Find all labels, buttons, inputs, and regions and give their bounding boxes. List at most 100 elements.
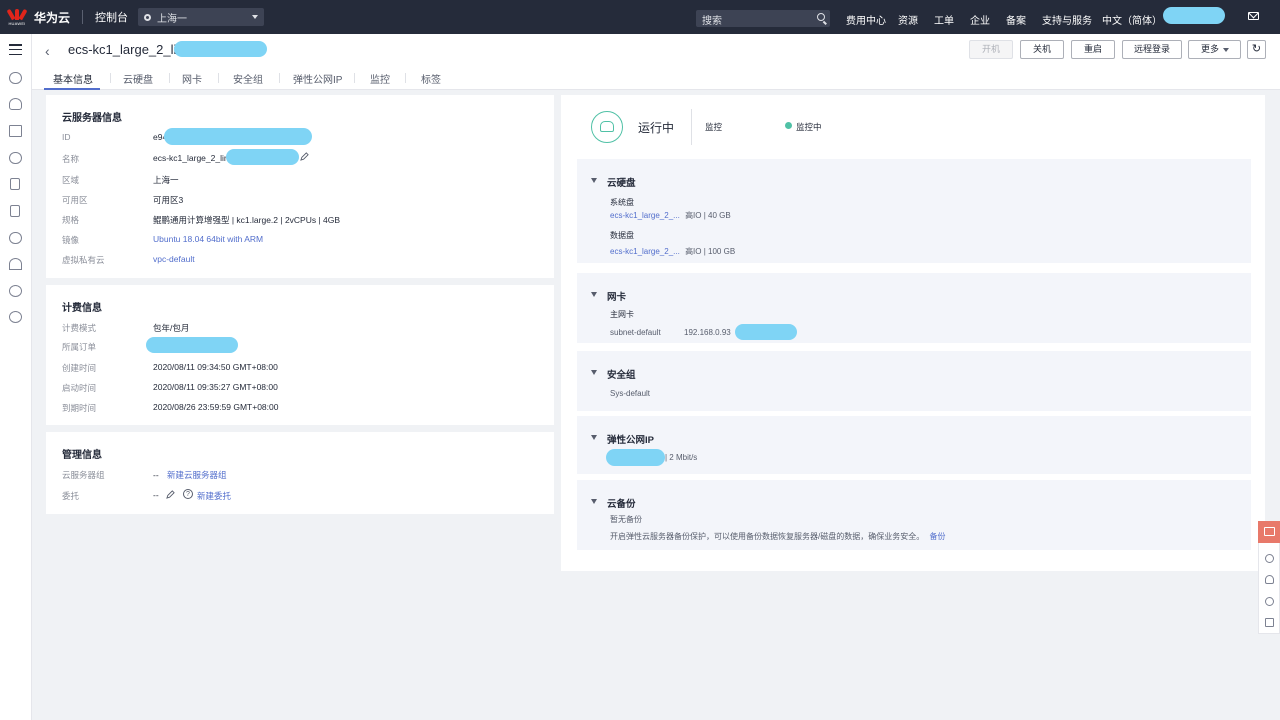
feedback-chat-icon[interactable] <box>1258 521 1280 543</box>
system-disk-spec: 高IO | 40 GB <box>685 211 731 220</box>
backup-link[interactable]: 备份 <box>929 532 945 541</box>
collapse-caret-icon[interactable] <box>591 499 597 504</box>
help-icon[interactable] <box>1265 597 1274 606</box>
divider <box>691 109 692 145</box>
monitor-status-dot <box>785 122 792 129</box>
tab-bar: 基本信息 云硬盘 网卡 安全组 弹性公网IP 监控 标签 <box>32 69 1280 90</box>
created-label: 创建时间 <box>62 363 97 373</box>
data-disk-label: 数据盘 <box>610 231 634 240</box>
no-backup-text: 暂无备份 <box>610 515 642 524</box>
disks-title: 云硬盘 <box>607 178 636 189</box>
image-label: 镜像 <box>62 235 80 245</box>
az-value: 可用区3 <box>153 195 184 205</box>
more-label: 更多 <box>1201 44 1220 54</box>
data-disk-row: ecs-kc1_large_2_... 高IO | 100 GB <box>610 246 735 257</box>
checklist-icon[interactable] <box>1265 618 1274 627</box>
collapse-caret-icon[interactable] <box>591 178 597 183</box>
menu-icon[interactable] <box>9 44 22 56</box>
tab-disks[interactable]: 云硬盘 <box>123 71 153 86</box>
location-pin-icon <box>144 13 152 21</box>
tab-divider <box>354 73 355 83</box>
region-selector[interactable]: 上海一 <box>138 8 265 26</box>
billing-mode-value: 包年/包月 <box>153 323 190 333</box>
billing-mode-label: 计费模式 <box>62 323 97 333</box>
stop-button[interactable]: 关机 <box>1020 40 1064 59</box>
monitor-label: 监控 <box>705 122 723 132</box>
cloud-outline-icon[interactable] <box>9 232 22 244</box>
globe-icon[interactable] <box>9 285 22 297</box>
collapse-caret-icon[interactable] <box>591 435 597 440</box>
delegate-label: 委托 <box>62 491 80 501</box>
tab-monitoring[interactable]: 监控 <box>370 71 390 86</box>
refresh-button[interactable]: ↻ <box>1247 40 1266 59</box>
ip-icon[interactable] <box>9 311 22 323</box>
eip-redacted <box>735 324 797 340</box>
id-redacted <box>164 128 312 145</box>
console-link[interactable]: 控制台 <box>95 9 128 25</box>
server-info-card: 云服务器信息 ID e94 名称 ecs-kc1_large_2_linu 区域… <box>46 95 554 278</box>
backup-section: 云备份 暂无备份 开启弹性云服务器备份保护，可以使用备份数据恢复服务器/磁盘的数… <box>577 480 1251 550</box>
tab-tags[interactable]: 标签 <box>421 71 441 86</box>
support-headset-icon[interactable] <box>1265 575 1274 584</box>
nav-billing[interactable]: 费用中心 <box>846 12 886 27</box>
language-selector[interactable]: 中文（简体） <box>1102 12 1162 27</box>
logo-text: HUAWEI <box>8 20 26 26</box>
server-icon[interactable] <box>10 205 20 217</box>
system-disk-link[interactable]: ecs-kc1_large_2_... <box>610 211 680 220</box>
mail-icon[interactable] <box>1248 12 1259 20</box>
more-dropdown-button[interactable]: 更多 <box>1188 40 1241 59</box>
edit-pencil-icon[interactable] <box>166 490 175 499</box>
image-link[interactable]: Ubuntu 18.04 64bit with ARM <box>153 234 263 244</box>
search-input[interactable]: 搜索 <box>696 10 830 27</box>
cloud-icon[interactable] <box>9 72 22 84</box>
create-server-group-link[interactable]: 新建云服务器组 <box>167 470 227 480</box>
eip-bandwidth: | 2 Mbit/s <box>665 453 698 462</box>
tab-basic-info[interactable]: 基本信息 <box>53 71 93 86</box>
mountain-icon[interactable] <box>9 125 22 137</box>
create-delegate-link[interactable]: 新建委托 <box>197 490 231 502</box>
delegate-dash: -- <box>153 490 159 500</box>
search-icon[interactable] <box>817 13 825 21</box>
section-title: 管理信息 <box>62 450 102 461</box>
tab-divider <box>169 73 170 83</box>
data-disk-link[interactable]: ecs-kc1_large_2_... <box>610 247 680 256</box>
restart-button[interactable]: 重启 <box>1071 40 1115 59</box>
remote-login-button[interactable]: 远程登录 <box>1122 40 1182 59</box>
nic-section: 网卡 主网卡 subnet-default 192.168.0.93 <box>577 273 1251 343</box>
anchor-icon[interactable] <box>9 258 22 270</box>
server-group-value: -- 新建云服务器组 <box>153 469 227 481</box>
management-info-card: 管理信息 云服务器组 -- 新建云服务器组 委托 -- ? 新建委托 <box>46 432 554 514</box>
search-placeholder: 搜索 <box>702 16 722 27</box>
nav-icp-filing[interactable]: 备案 <box>1006 12 1026 27</box>
collapse-caret-icon[interactable] <box>591 370 597 375</box>
smiley-icon[interactable] <box>1265 554 1274 563</box>
help-icon[interactable]: ? <box>183 489 193 499</box>
user-account-redacted[interactable] <box>1163 7 1225 24</box>
security-group-link[interactable]: Sys-default <box>610 389 650 398</box>
tab-security-groups[interactable]: 安全组 <box>233 71 263 86</box>
network-icon[interactable] <box>9 98 22 110</box>
nav-resources[interactable]: 资源 <box>898 12 918 27</box>
storage-icon[interactable] <box>10 178 20 190</box>
nav-tickets[interactable]: 工单 <box>934 12 954 27</box>
back-arrow-icon[interactable]: ‹ <box>45 43 50 59</box>
order-redacted <box>146 337 238 353</box>
edit-pencil-icon[interactable] <box>300 152 309 161</box>
start-button[interactable]: 开机 <box>969 40 1013 59</box>
name-redacted <box>226 149 299 165</box>
nav-support[interactable]: 支持与服务 <box>1042 12 1092 27</box>
refresh-icon: ↻ <box>1251 43 1262 55</box>
nav-enterprise[interactable]: 企业 <box>970 12 990 27</box>
brand-name[interactable]: 华为云 <box>34 9 70 26</box>
service-sidebar <box>0 34 32 720</box>
huawei-logo[interactable]: HUAWEI <box>0 0 34 34</box>
server-group-label: 云服务器组 <box>62 470 105 480</box>
vpc-link[interactable]: vpc-default <box>153 254 195 264</box>
expires-label: 到期时间 <box>62 403 97 413</box>
tab-eip[interactable]: 弹性公网IP <box>293 71 342 86</box>
collapse-caret-icon[interactable] <box>591 292 597 297</box>
divider <box>82 10 84 24</box>
monitor-status: 监控中 <box>796 122 822 132</box>
tab-nics[interactable]: 网卡 <box>182 71 202 86</box>
database-icon[interactable] <box>9 152 22 164</box>
